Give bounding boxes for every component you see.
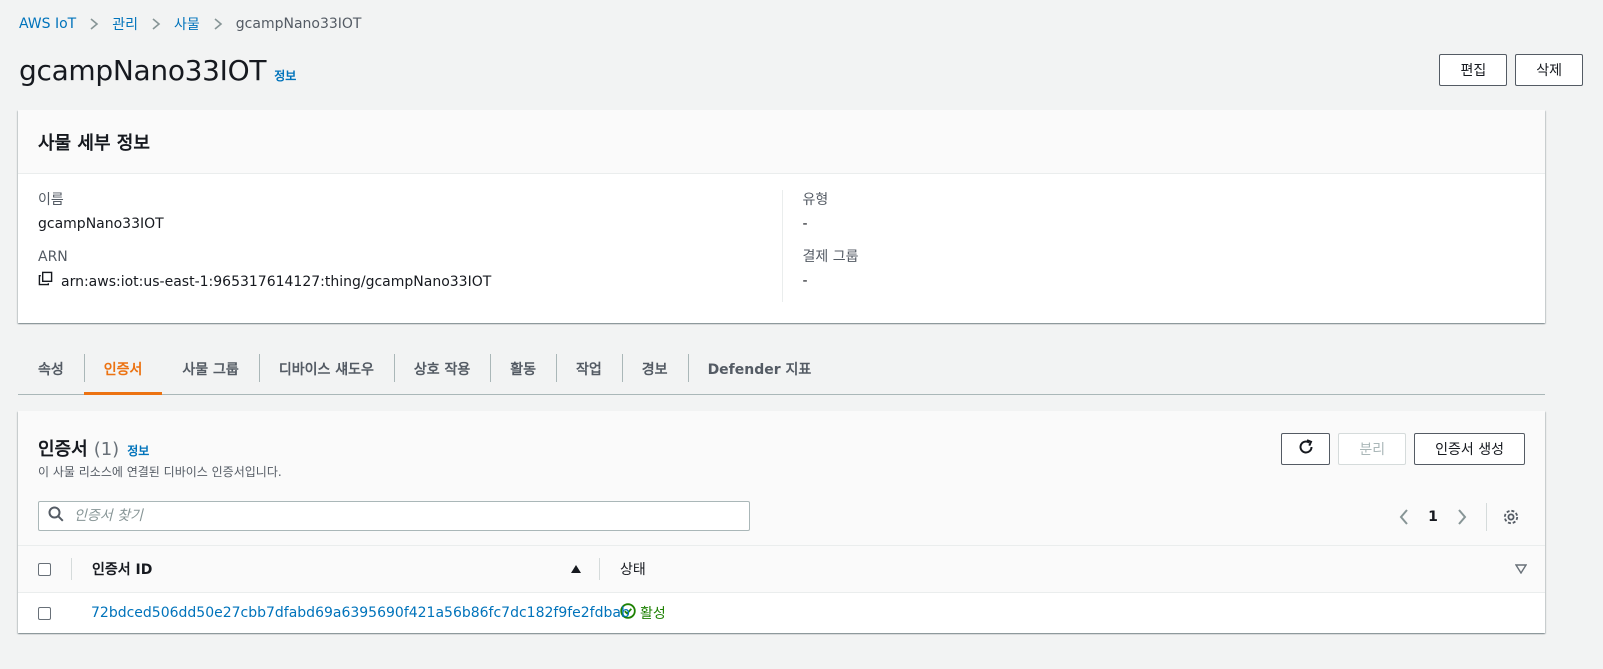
certificates-count: (1) [93,439,120,460]
billing-group-value: - [802,273,808,289]
table-header: 인증서 ID 상태 [18,546,1545,593]
details-left-column: 이름 gcampNano33IOT ARN arn:aws:iot:us-eas… [38,190,782,305]
details-right-column: 유형 - 결제 그룹 - [781,190,1526,302]
breadcrumb-aws-iot[interactable]: AWS IoT [19,16,76,32]
details-body: 이름 gcampNano33IOT ARN arn:aws:iot:us-eas… [18,174,1545,305]
select-all-cell [18,546,72,592]
details-title: 사물 세부 정보 [38,132,150,154]
breadcrumb-current: gcampNano33IOT [235,16,362,32]
gear-icon[interactable] [1497,504,1525,530]
next-page-icon[interactable] [1448,504,1476,530]
column-separator [599,558,600,580]
arn-label: ARN [38,249,68,265]
copy-icon[interactable] [38,271,53,292]
delete-button[interactable]: 삭제 [1515,54,1583,86]
certificates-header: 인증서 (1) 정보 이 사물 리소스에 연결된 디바이스 인증서입니다. 분리… [18,411,1545,546]
details-header: 사물 세부 정보 [18,110,1545,174]
sort-ascending-icon[interactable] [570,564,582,574]
certificate-id-cell: 72bdced506dd50e27cbb7dfabd69a6395690f421… [72,593,630,633]
name-value: gcampNano33IOT [38,216,164,232]
select-all-checkbox[interactable] [38,562,51,576]
status-text: 활성 [640,606,666,622]
pagination-divider [1486,503,1487,531]
column-label-status: 상태 [620,562,646,578]
table-row: 72bdced506dd50e27cbb7dfabd69a6395690f421… [18,593,1545,633]
page-number[interactable]: 1 [1418,509,1448,525]
certificates-info-link[interactable]: 정보 [127,442,149,459]
certificates-description: 이 사물 리소스에 연결된 디바이스 인증서입니다. [38,465,282,479]
page-header: gcampNano33IOT 정보 편집 삭제 [19,50,1583,90]
column-label-certificate-id: 인증서 ID [92,562,153,578]
prev-page-icon[interactable] [1390,504,1418,530]
column-header-status[interactable]: 상태 [600,546,1545,592]
chevron-right-icon [89,18,99,30]
breadcrumb: AWS IoT 관리 사물 gcampNano33IOT [19,14,361,34]
tab-jobs[interactable]: 작업 [556,344,622,394]
type-value: - [802,216,808,232]
arn-value: arn:aws:iot:us-east-1:965317614127:thing… [61,273,492,290]
chevron-right-icon [213,18,223,30]
tab-defender-metrics[interactable]: Defender 지표 [687,344,832,394]
edit-button[interactable]: 편집 [1439,54,1508,86]
tab-alarms[interactable]: 경보 [621,344,688,394]
status-cell: 활성 [600,593,1545,633]
refresh-button[interactable] [1281,433,1331,465]
certificate-id-link[interactable]: 72bdced506dd50e27cbb7dfabd69a6395690f421… [91,605,630,621]
info-link[interactable]: 정보 [274,67,296,84]
breadcrumb-manage[interactable]: 관리 [112,14,138,34]
pagination: 1 [1390,503,1525,531]
refresh-icon [1297,438,1315,460]
breadcrumb-things[interactable]: 사물 [174,14,200,34]
chevron-right-icon [151,18,161,30]
search-icon [48,506,74,526]
page-title: gcampNano33IOT [19,53,267,87]
detach-button[interactable]: 분리 [1338,433,1407,465]
thing-details-panel: 사물 세부 정보 이름 gcampNano33IOT ARN arn:aws:i… [18,110,1545,323]
tab-attributes[interactable]: 속성 [18,344,84,394]
tab-thing-groups[interactable]: 사물 그룹 [162,344,258,394]
arn-value-row: arn:aws:iot:us-east-1:965317614127:thing… [38,271,782,292]
certificates-title: 인증서 [38,439,88,460]
certificates-title-group: 인증서 (1) 정보 [38,435,149,461]
name-label: 이름 [38,192,64,208]
search-input[interactable] [74,508,749,524]
certificates-panel: 인증서 (1) 정보 이 사물 리소스에 연결된 디바이스 인증서입니다. 분리… [18,411,1545,633]
sort-dropdown-icon[interactable] [1515,564,1527,574]
tab-activity[interactable]: 활동 [490,344,556,394]
billing-group-label: 결제 그룹 [802,249,859,265]
create-certificate-button[interactable]: 인증서 생성 [1414,433,1525,465]
header-actions: 편집 삭제 [1439,54,1583,86]
row-select-cell [18,593,72,633]
tab-bar: 속성 인증서 사물 그룹 디바이스 섀도우 상호 작용 활동 작업 경보 Def… [18,344,1545,395]
row-checkbox[interactable] [38,606,51,620]
certificates-actions: 분리 인증서 생성 [1281,433,1525,465]
column-header-certificate-id[interactable]: 인증서 ID [72,546,600,592]
tab-certificates[interactable]: 인증서 [83,344,163,395]
search-box [38,501,750,531]
page-title-group: gcampNano33IOT 정보 [19,54,296,87]
tab-interactions[interactable]: 상호 작용 [393,344,490,394]
type-label: 유형 [802,192,829,208]
tab-device-shadows[interactable]: 디바이스 섀도우 [258,344,394,394]
